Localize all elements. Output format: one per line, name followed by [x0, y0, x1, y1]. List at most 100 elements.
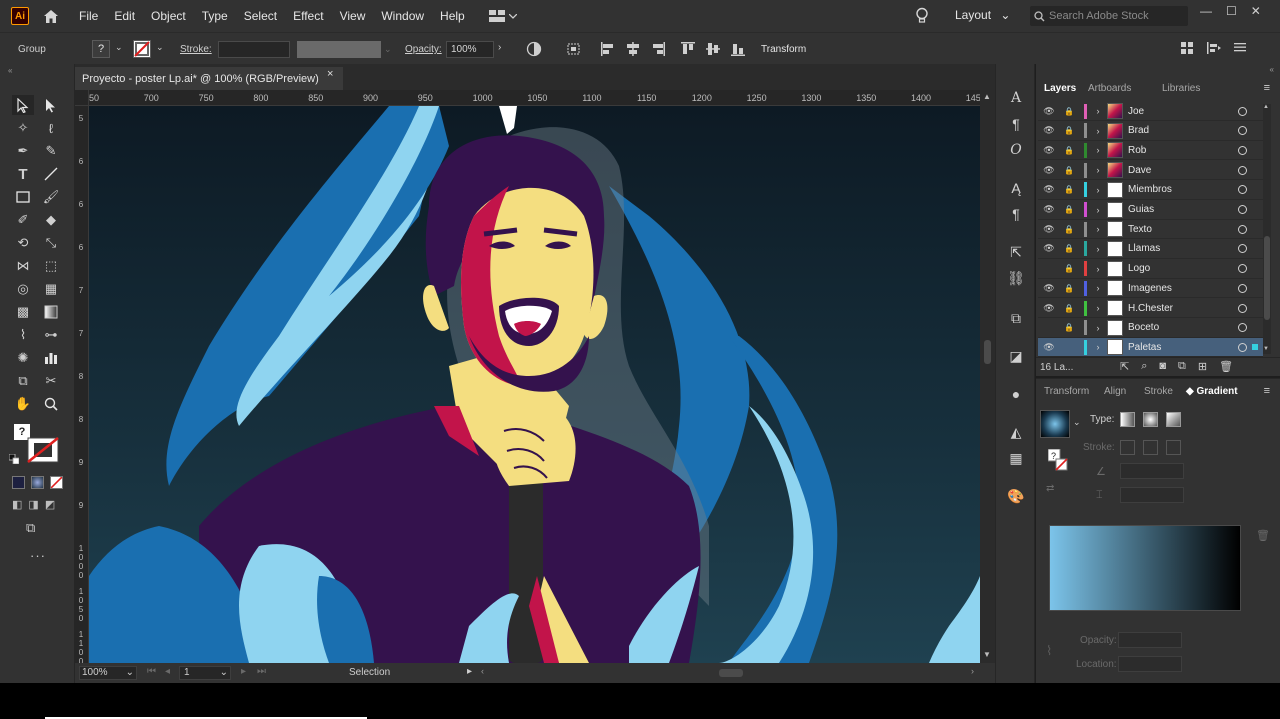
image-trace-icon[interactable]: ◭ [1006, 422, 1026, 442]
artboard-canvas[interactable] [89, 106, 980, 663]
draw-behind-icon[interactable]: ◨ [28, 498, 38, 511]
gradient-slider[interactable] [1049, 525, 1241, 611]
layer-row[interactable]: 👁 🔒 › Llamas [1038, 240, 1263, 259]
lock-icon[interactable]: 🔒 [1062, 284, 1076, 293]
shaper-tool-icon[interactable]: ✐ [12, 210, 34, 230]
layer-row[interactable]: 👁 › Paletas [1038, 338, 1263, 358]
lock-icon[interactable]: 🔒 [1062, 166, 1076, 175]
visibility-eye-icon[interactable]: 👁 [1042, 106, 1056, 117]
visibility-eye-icon[interactable]: 👁 [1042, 243, 1056, 254]
stroke-swatch[interactable] [133, 40, 151, 58]
hand-tool-icon[interactable]: ✋ [12, 394, 34, 414]
eraser-tool-icon[interactable]: ◆ [40, 210, 62, 230]
gradient-mode-icon[interactable] [31, 476, 44, 489]
scroll-up-icon[interactable]: ▲ [983, 92, 991, 101]
target-icon[interactable] [1238, 126, 1247, 136]
gradient-preview-swatch[interactable] [1040, 410, 1070, 438]
close-tab-icon[interactable]: × [327, 68, 333, 80]
opacity-field[interactable]: 100% [446, 41, 494, 58]
recolor-artwork-icon[interactable] [526, 41, 542, 60]
chevron-down-icon[interactable]: ⌄ [1073, 417, 1081, 428]
lock-icon[interactable]: 🔒 [1062, 146, 1076, 155]
align-bottom-icon[interactable] [730, 41, 746, 57]
new-sublayer-icon[interactable]: ⧉ [1178, 360, 1186, 373]
column-graph-tool-icon[interactable] [40, 348, 62, 368]
lasso-tool-icon[interactable]: ℓ [40, 118, 62, 138]
perspective-grid-tool-icon[interactable]: ▦ [40, 279, 62, 299]
lock-icon[interactable]: 🔒 [1062, 205, 1076, 214]
visibility-eye-icon[interactable]: 👁 [1042, 184, 1056, 195]
tab-artboards[interactable]: Artboards [1088, 83, 1131, 94]
menu-select[interactable]: Select [236, 9, 285, 23]
menu-effect[interactable]: Effect [285, 9, 331, 23]
magic-wand-tool-icon[interactable]: ✧ [12, 118, 34, 138]
gradient-ramp[interactable] [1050, 526, 1240, 610]
paintbrush-tool-icon[interactable]: 🖌 [40, 187, 62, 207]
target-icon[interactable] [1238, 342, 1247, 352]
scrollbar-thumb[interactable] [1264, 236, 1270, 320]
linear-gradient-icon[interactable] [1120, 412, 1135, 427]
artboard-field[interactable]: 1 ⌄ [179, 666, 231, 680]
variable-width-profile[interactable] [297, 41, 381, 58]
radial-gradient-icon[interactable] [1143, 412, 1158, 427]
chevron-right-icon[interactable]: › [1092, 342, 1104, 352]
layer-row[interactable]: 👁 🔒 › Texto [1038, 220, 1263, 240]
stroke-weight-field[interactable] [218, 41, 290, 58]
target-icon[interactable] [1238, 264, 1247, 274]
selection-tool-icon[interactable] [12, 95, 34, 115]
next-artboard-icon[interactable]: ▸ [241, 666, 246, 677]
lock-icon[interactable]: 🔒 [1062, 126, 1076, 135]
lightbulb-icon[interactable] [915, 7, 929, 28]
rotate-tool-icon[interactable]: ⟲ [12, 233, 34, 253]
opacity-field[interactable] [1118, 632, 1182, 648]
target-icon[interactable] [1238, 224, 1247, 234]
document-tab[interactable]: Proyecto - poster Lp.ai* @ 100% (RGB/Pre… [75, 67, 343, 90]
layers-scrollbar[interactable]: ▲ ▼ [1263, 104, 1271, 354]
visibility-eye-icon[interactable]: 👁 [1042, 283, 1056, 294]
pathfinder-panel-icon[interactable]: ◪ [1006, 346, 1026, 366]
collapse-dock-icon[interactable]: « [1270, 65, 1274, 74]
width-tool-icon[interactable]: ⋈ [12, 256, 34, 276]
fill-stroke-indicator[interactable]: ? [1047, 448, 1068, 471]
menu-help[interactable]: Help [432, 9, 473, 23]
align-left-icon[interactable] [600, 41, 616, 57]
free-transform-tool-icon[interactable]: ⬚ [40, 256, 62, 276]
home-icon[interactable] [41, 6, 61, 26]
maximize-icon[interactable]: ☐ [1226, 4, 1237, 18]
align-middle-icon[interactable] [705, 41, 721, 57]
line-segment-tool-icon[interactable] [40, 164, 62, 184]
opentype-panel-icon[interactable]: O [1006, 140, 1026, 160]
export-icon[interactable]: ⇱ [1006, 242, 1026, 262]
draw-normal-icon[interactable]: ◧ [12, 498, 22, 511]
menu-file[interactable]: File [71, 9, 106, 23]
chevron-right-icon[interactable]: › [1092, 264, 1104, 274]
target-icon[interactable] [1238, 303, 1247, 313]
layer-row[interactable]: 👁 🔒 › Brad [1038, 122, 1263, 141]
tab-libraries[interactable]: Libraries [1162, 83, 1200, 94]
mesh-tool-icon[interactable]: ▩ [12, 302, 34, 322]
export-layer-icon[interactable]: ⇱ [1120, 360, 1129, 373]
scroll-down-icon[interactable]: ▼ [1263, 346, 1269, 352]
lock-icon[interactable]: 🔒 [1062, 264, 1076, 273]
last-artboard-icon[interactable]: ⏭ [257, 666, 266, 677]
make-clipping-mask-icon[interactable]: ◙ [1159, 360, 1166, 373]
chevron-down-icon[interactable]: ⌄ [115, 42, 123, 53]
default-colors-icon[interactable] [8, 453, 20, 465]
vertical-ruler[interactable]: 5 6 6 6 7 7 8 8 9 9 1 0 0 0 1 0 5 0 1 1 0 0 [75, 106, 89, 663]
screen-mode-icon[interactable]: ⧉ [26, 520, 35, 536]
align-right-icon[interactable] [650, 41, 666, 57]
chevron-right-icon[interactable]: › [1092, 185, 1104, 195]
lock-icon[interactable]: 🔒 [1062, 304, 1076, 313]
panel-menu-icon[interactable]: ≡ [1264, 385, 1270, 397]
swatches-panel-icon[interactable]: ▦ [1006, 448, 1026, 468]
aspect-ratio-field[interactable] [1120, 487, 1184, 503]
align-to-selection-icon[interactable] [565, 41, 583, 60]
target-icon[interactable] [1238, 323, 1247, 333]
first-artboard-icon[interactable]: ⏮ [147, 666, 156, 677]
panel-menu-icon[interactable] [1234, 41, 1246, 53]
paragraph-panel-icon[interactable]: ¶ [1006, 114, 1026, 134]
chevron-right-icon[interactable]: › [498, 42, 501, 53]
new-layer-icon[interactable]: ⊞ [1198, 360, 1207, 373]
appearance-panel-icon[interactable]: ● [1006, 384, 1026, 404]
gradient-tool-icon[interactable] [40, 302, 62, 322]
